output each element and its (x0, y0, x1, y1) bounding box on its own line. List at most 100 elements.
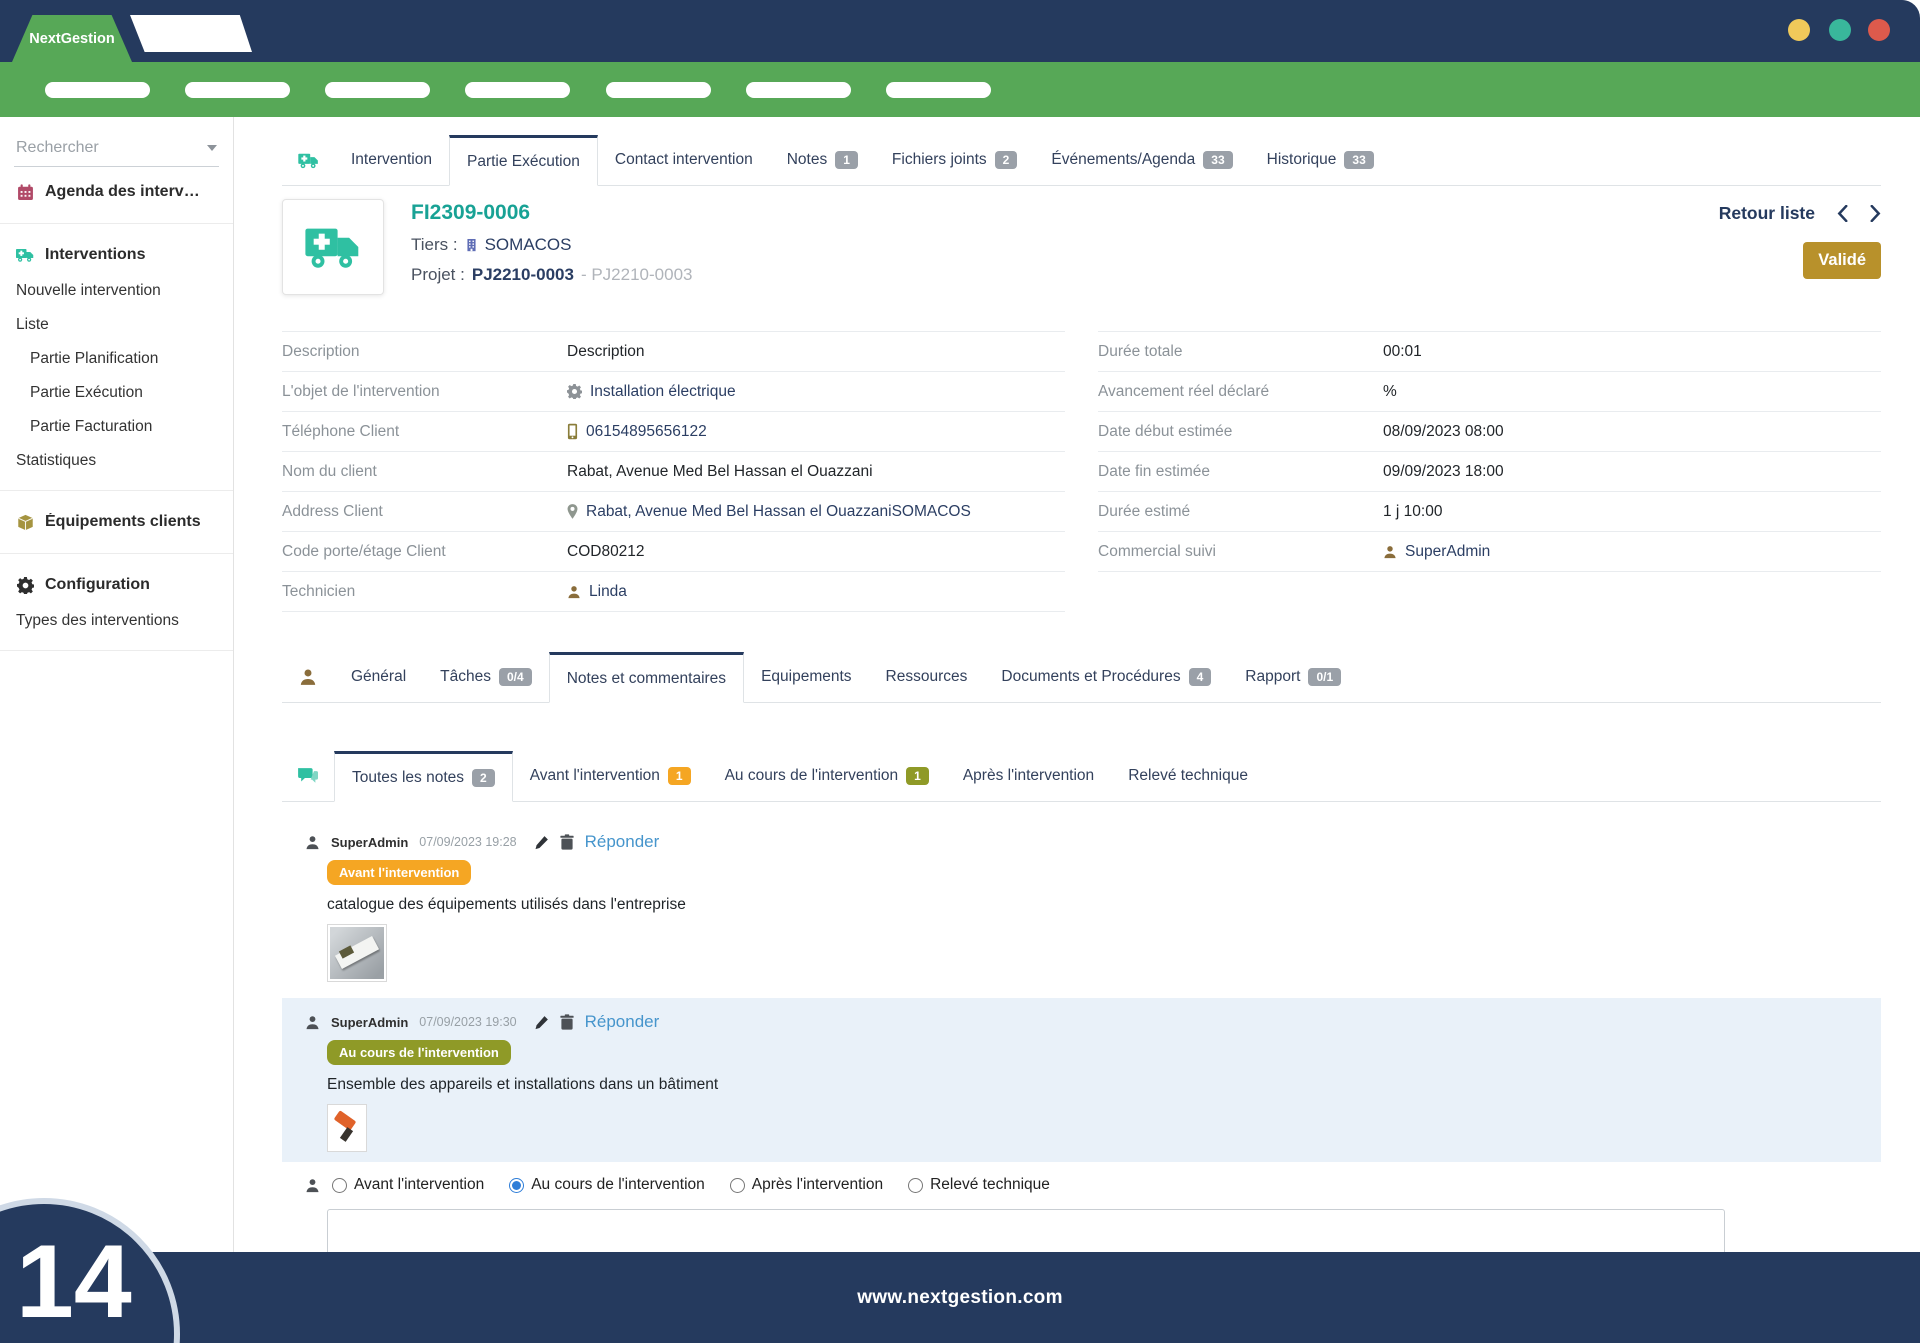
intervention-tabs: Intervention Partie Exécution Contact in… (282, 135, 1881, 186)
person-icon (567, 585, 581, 599)
count-badge: 0/4 (499, 668, 532, 686)
radio-releve-technique[interactable]: Relevé technique (908, 1176, 1050, 1194)
traffic-light-green[interactable] (1829, 19, 1851, 41)
person-icon (282, 652, 334, 702)
title-bar: NextGestion (0, 0, 1920, 62)
person-icon (1383, 545, 1397, 559)
tab-releve-technique[interactable]: Relevé technique (1111, 751, 1265, 801)
tab-partie-execution[interactable]: Partie Exécution (449, 135, 598, 186)
radio-input[interactable] (509, 1178, 524, 1193)
status-badge-valide[interactable]: Validé (1803, 242, 1881, 279)
tab-notes-et-commentaires[interactable]: Notes et commentaires (549, 652, 744, 703)
attachment-thumbnail[interactable] (327, 1104, 367, 1152)
record-thumbnail (282, 199, 384, 295)
avatar (305, 1015, 320, 1030)
detail-row: Commercial suivi SuperAdmin (1098, 532, 1881, 572)
tab-taches[interactable]: Tâches0/4 (423, 652, 549, 702)
tiers-value[interactable]: SOMACOS (485, 235, 572, 255)
detail-row: Code porte/étage ClientCOD80212 (282, 532, 1065, 572)
nav-pill-placeholder[interactable] (185, 82, 290, 98)
nav-pill-placeholder[interactable] (886, 82, 991, 98)
tab-notes[interactable]: Notes1 (770, 135, 875, 185)
notes-filter-tabs: Toutes les notes2 Avant l'intervention1 … (282, 751, 1881, 802)
cube-icon (16, 514, 34, 531)
nav-pill-placeholder[interactable] (606, 82, 711, 98)
detail-table-left: DescriptionDescription L'objet de l'inte… (282, 331, 1065, 612)
sidebar-item-interventions[interactable]: Interventions (0, 236, 233, 274)
attachment-thumbnail[interactable] (327, 924, 387, 982)
traffic-light-red[interactable] (1868, 19, 1890, 41)
brand-name: NextGestion (29, 31, 114, 47)
radio-input[interactable] (332, 1178, 347, 1193)
tab-au-cours-intervention[interactable]: Au cours de l'intervention1 (708, 751, 946, 801)
radio-avant-intervention[interactable]: Avant l'intervention (332, 1176, 484, 1194)
tab-general[interactable]: Général (334, 652, 423, 702)
divider (0, 223, 233, 224)
note-type-selector: Avant l'intervention Au cours de l'inter… (282, 1176, 1881, 1194)
tab-documents-et-procedures[interactable]: Documents et Procédures4 (984, 652, 1228, 702)
trash-icon[interactable] (560, 834, 574, 850)
back-to-list-link[interactable]: Retour liste (1719, 203, 1815, 224)
tab-toutes-les-notes[interactable]: Toutes les notes2 (334, 751, 513, 802)
tab-ressources[interactable]: Ressources (869, 652, 985, 702)
project-label: Projet : (411, 265, 465, 285)
brand-tab[interactable]: NextGestion (12, 15, 132, 62)
sidebar-item-nouvelle-intervention[interactable]: Nouvelle intervention (0, 274, 233, 308)
phone-icon (567, 423, 578, 440)
nav-pill-placeholder[interactable] (325, 82, 430, 98)
count-badge: 0/1 (1308, 668, 1341, 686)
detail-row: Date fin estimée09/09/2023 18:00 (1098, 452, 1881, 492)
sidebar-item-equipements-clients[interactable]: Équipements clients (0, 503, 233, 541)
tiers-label: Tiers : (411, 235, 458, 255)
edit-icon[interactable] (534, 835, 549, 850)
reply-link[interactable]: Réponder (585, 832, 660, 852)
tab-evenements-agenda[interactable]: Événements/Agenda33 (1034, 135, 1249, 185)
tab-avant-intervention[interactable]: Avant l'intervention1 (513, 751, 708, 801)
count-badge: 2 (472, 769, 495, 787)
traffic-light-yellow[interactable] (1788, 19, 1810, 41)
sidebar-item-agenda[interactable]: Agenda des interve... (0, 173, 233, 211)
search-input[interactable]: Rechercher (14, 133, 219, 167)
radio-input[interactable] (730, 1178, 745, 1193)
chevron-down-icon (207, 145, 217, 151)
sidebar-item-types-des-interventions[interactable]: Types des interventions (0, 604, 233, 638)
tab-fichiers-joints[interactable]: Fichiers joints2 (875, 135, 1034, 185)
footer-url: www.nextgestion.com (857, 1287, 1063, 1309)
chevron-right-icon[interactable] (1870, 205, 1881, 222)
project-code[interactable]: PJ2210-0003 (472, 265, 574, 285)
sidebar-item-partie-facturation[interactable]: Partie Facturation (0, 410, 233, 444)
tab-equipements[interactable]: Equipements (744, 652, 868, 702)
tab-apres-intervention[interactable]: Après l'intervention (946, 751, 1111, 801)
trash-icon[interactable] (560, 1014, 574, 1030)
count-badge: 1 (835, 151, 858, 169)
radio-au-cours-intervention[interactable]: Au cours de l'intervention (509, 1176, 705, 1194)
count-badge: 33 (1203, 151, 1232, 169)
sidebar-item-statistiques[interactable]: Statistiques (0, 444, 233, 478)
tab-contact-intervention[interactable]: Contact intervention (598, 135, 770, 185)
truck-icon (282, 135, 334, 185)
gear-icon (567, 384, 582, 399)
count-badge: 4 (1189, 668, 1212, 686)
detail-table-right: Durée totale00:01 Avancement réel déclar… (1098, 331, 1881, 612)
avatar (305, 1178, 320, 1193)
detail-row: Technicien Linda (282, 572, 1065, 612)
calendar-icon (16, 184, 34, 201)
chevron-left-icon[interactable] (1837, 205, 1848, 222)
tab-intervention[interactable]: Intervention (334, 135, 449, 185)
nav-pill-placeholder[interactable] (465, 82, 570, 98)
tab-historique[interactable]: Historique33 (1250, 135, 1391, 185)
sidebar-item-partie-execution[interactable]: Partie Exécution (0, 376, 233, 410)
edit-icon[interactable] (534, 1015, 549, 1030)
tab-rapport[interactable]: Rapport0/1 (1228, 652, 1358, 702)
sidebar-item-configuration[interactable]: Configuration (0, 566, 233, 604)
radio-apres-intervention[interactable]: Après l'intervention (730, 1176, 883, 1194)
comment-timestamp: 07/09/2023 19:30 (419, 1015, 516, 1029)
secondary-tab-placeholder[interactable] (130, 15, 252, 52)
sidebar-item-partie-planification[interactable]: Partie Planification (0, 342, 233, 376)
comment-text: Ensemble des appareils et installations … (327, 1076, 1857, 1094)
radio-input[interactable] (908, 1178, 923, 1193)
nav-pill-placeholder[interactable] (45, 82, 150, 98)
sidebar-item-liste[interactable]: Liste (0, 308, 233, 342)
nav-pill-placeholder[interactable] (746, 82, 851, 98)
reply-link[interactable]: Réponder (585, 1012, 660, 1032)
